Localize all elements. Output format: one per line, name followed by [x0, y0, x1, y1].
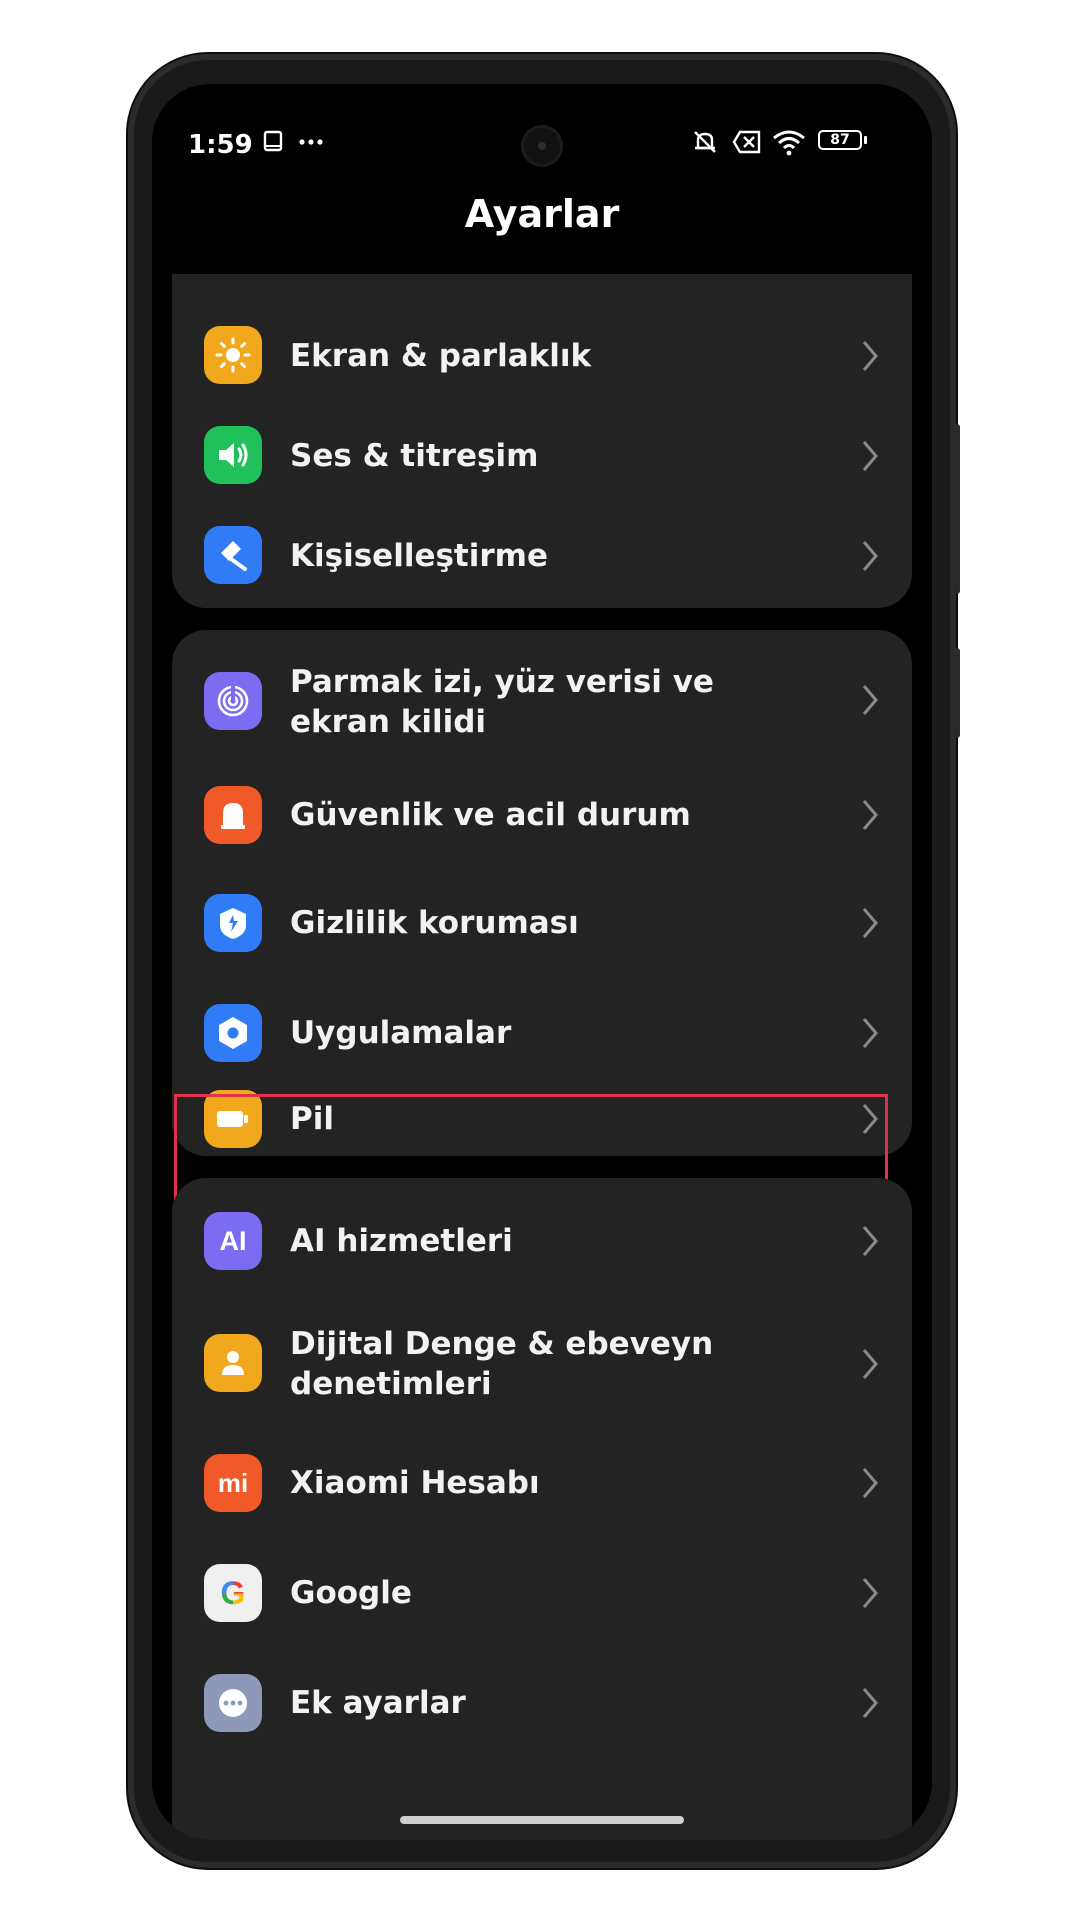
chevron-right-icon: [862, 1468, 878, 1498]
mi-logo-text: mi: [217, 1467, 249, 1498]
settings-item-sound[interactable]: Ses & titreşim: [172, 406, 912, 506]
chevron-right-icon: [862, 541, 878, 571]
battery-indicator: 87: [818, 130, 862, 150]
chevron-right-icon: [862, 441, 878, 471]
front-camera: [524, 128, 560, 164]
settings-item-label: Gizlilik koruması: [290, 905, 579, 941]
more-icon: [204, 1674, 262, 1732]
settings-section-accounts: AI AI hizmetleri Dijital Denge & ebeveyn…: [172, 1178, 912, 1840]
screen: 1:59 87 Ayarlar Ekran & parlaklık Ses & …: [152, 84, 932, 1840]
settings-item-display[interactable]: Ekran & parlaklık: [172, 306, 912, 406]
ai-icon: AI: [204, 1212, 262, 1270]
speaker-icon: [204, 426, 262, 484]
settings-item-label: Parmak izi, yüz verisi ve ekran kilidi: [290, 664, 714, 740]
no-sim-icon: [732, 130, 761, 154]
fingerprint-icon: [204, 672, 262, 730]
settings-item-label: Google: [290, 1575, 412, 1611]
chevron-right-icon: [862, 1688, 878, 1718]
privacy-shield-icon: [204, 894, 262, 952]
silent-mode-icon: [694, 131, 716, 153]
chevron-right-icon: [862, 685, 878, 715]
status-time: 1:59: [188, 130, 253, 160]
home-gesture-bar[interactable]: [400, 1816, 684, 1824]
chevron-right-icon: [862, 1349, 878, 1379]
phone-frame: 1:59 87 Ayarlar Ekran & parlaklık Ses & …: [128, 54, 960, 1868]
chevron-right-icon: [862, 1578, 878, 1608]
chevron-right-icon: [862, 1018, 878, 1048]
battery-icon: [204, 1090, 262, 1148]
status-bar: 1:59 87: [152, 84, 932, 184]
settings-item-label: Güvenlik ve acil durum: [290, 797, 691, 833]
more-notifications-icon: [299, 139, 323, 145]
mi-logo-icon: mi: [204, 1454, 262, 1512]
settings-item-fingerprint[interactable]: Parmak izi, yüz verisi ve ekran kilidi: [172, 640, 912, 760]
volume-button: [954, 424, 960, 594]
google-icon: G: [204, 1564, 262, 1622]
settings-item-label: Pil: [290, 1101, 334, 1137]
settings-item-ai-services[interactable]: AI AI hizmetleri: [172, 1204, 912, 1304]
emergency-light-icon: [204, 786, 262, 844]
settings-item-battery[interactable]: Pil: [172, 1090, 912, 1156]
settings-item-label: Ekran & parlaklık: [290, 338, 592, 374]
chevron-right-icon: [862, 800, 878, 830]
settings-item-label: Ses & titreşim: [290, 438, 539, 474]
chevron-right-icon: [862, 908, 878, 938]
chevron-right-icon: [862, 341, 878, 371]
settings-section-security: Parmak izi, yüz verisi ve ekran kilidi G…: [172, 630, 912, 1156]
battery-level: 87: [830, 132, 850, 148]
battery-tip: [864, 136, 867, 144]
settings-item-xiaomi-account[interactable]: mi Xiaomi Hesabı: [172, 1432, 912, 1542]
wifi-icon: [773, 130, 805, 156]
settings-item-apps[interactable]: Uygulamalar: [172, 980, 912, 1090]
settings-item-personalization[interactable]: Kişiselleştirme: [172, 506, 912, 606]
settings-item-google[interactable]: G Google: [172, 1542, 912, 1652]
person-icon: [204, 1334, 262, 1392]
chevron-right-icon: [862, 1104, 878, 1134]
settings-section-display: Ekran & parlaklık Ses & titreşim Kişisel…: [172, 274, 912, 608]
settings-item-label: Kişiselleştirme: [290, 538, 548, 574]
sun-icon: [204, 326, 262, 384]
screenshot-notification-icon: [263, 130, 283, 152]
settings-item-label: AI hizmetleri: [290, 1223, 513, 1259]
chevron-right-icon: [862, 1226, 878, 1256]
settings-item-digital-wellbeing[interactable]: Dijital Denge & ebeveyn denetimleri: [172, 1296, 912, 1428]
settings-item-label: Xiaomi Hesabı: [290, 1465, 540, 1501]
brush-icon: [204, 526, 262, 584]
settings-item-label: Ek ayarlar: [290, 1685, 466, 1721]
power-button: [954, 648, 960, 738]
settings-item-privacy[interactable]: Gizlilik koruması: [172, 870, 912, 980]
page-title: Ayarlar: [464, 192, 620, 236]
settings-item-emergency[interactable]: Güvenlik ve acil durum: [172, 760, 912, 870]
settings-item-label: Uygulamalar: [290, 1015, 512, 1051]
ai-icon-text: AI: [219, 1225, 247, 1256]
google-icon-text: G: [220, 1574, 246, 1611]
settings-item-label: Dijital Denge & ebeveyn denetimleri: [290, 1326, 714, 1402]
settings-item-additional[interactable]: Ek ayarlar: [172, 1652, 912, 1762]
apps-hexagon-icon: [204, 1004, 262, 1062]
